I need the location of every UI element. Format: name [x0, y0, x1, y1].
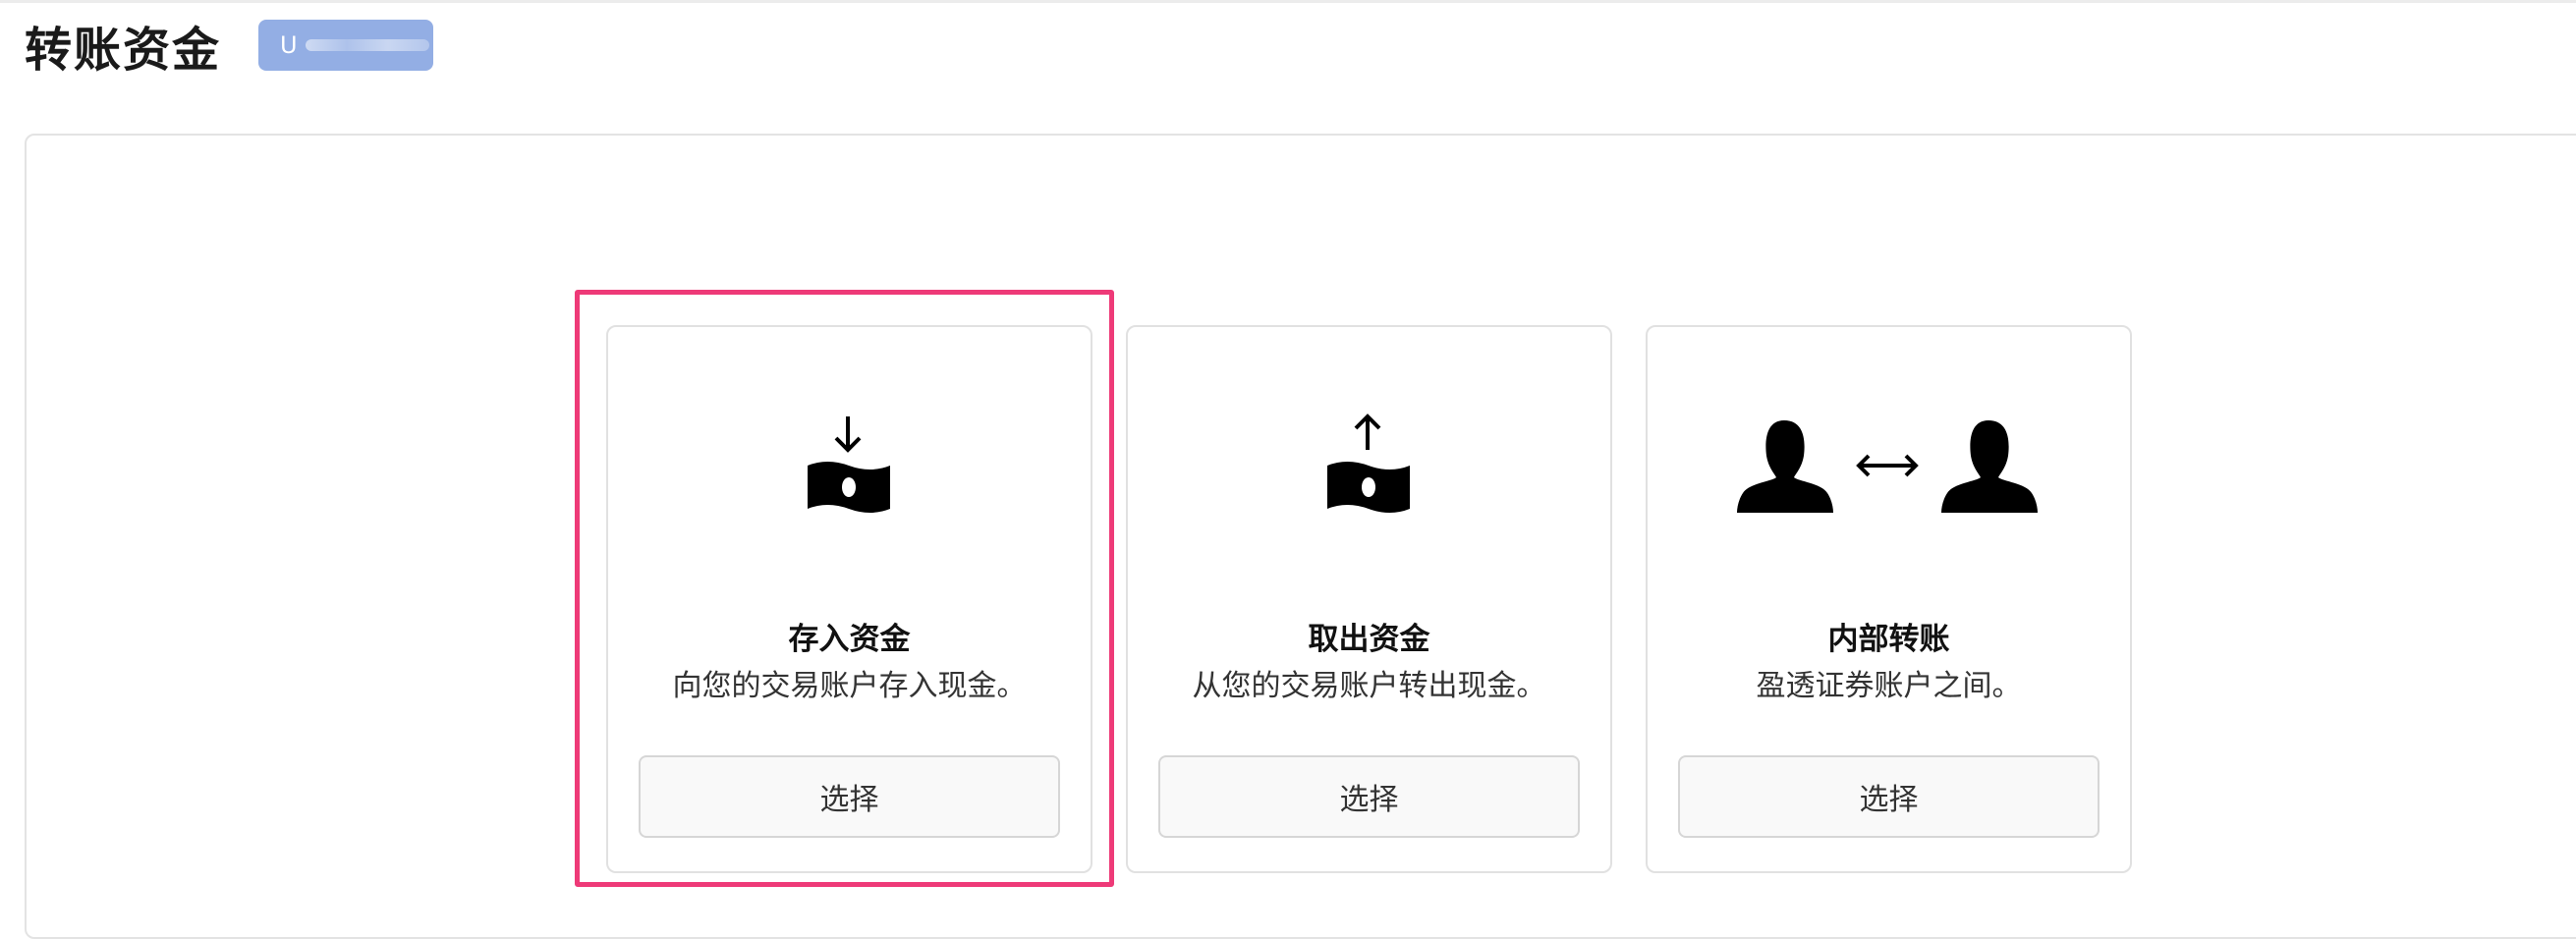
account-badge[interactable]: U — [258, 20, 434, 71]
page-title: 转账资金 — [25, 23, 222, 78]
deposit-card[interactable]: 存入资金 向您的交易账户存入现金。 选择 — [606, 325, 1092, 873]
transfer-options: 存入资金 向您的交易账户存入现金。 选择 取出资金 从您的交易账户转出现金。 选… — [606, 325, 2132, 873]
card-title: 存入资金 — [788, 622, 911, 657]
account-id: U — [280, 31, 298, 59]
withdraw-select-button[interactable]: 选择 — [1158, 755, 1580, 838]
withdraw-card[interactable]: 取出资金 从您的交易账户转出现金。 选择 — [1126, 325, 1612, 873]
internal-transfer-select-button[interactable]: 选择 — [1678, 755, 2100, 838]
card-title: 内部转账 — [1827, 622, 1950, 657]
card-description: 盈透证券账户之间。 — [1756, 669, 2022, 703]
account-id-redacted — [305, 39, 429, 51]
card-description: 向您的交易账户存入现金。 — [672, 669, 1027, 703]
deposit-select-button[interactable]: 选择 — [639, 755, 1060, 838]
money-deposit-icon — [608, 408, 1091, 525]
internal-transfer-card[interactable]: 内部转账 盈透证券账户之间。 选择 — [1646, 325, 2132, 873]
user-transfer-icon — [1648, 408, 2130, 525]
card-description: 从您的交易账户转出现金。 — [1192, 669, 1546, 703]
card-title: 取出资金 — [1308, 622, 1430, 657]
top-divider — [0, 0, 2576, 3]
page-header: 转账资金 U — [25, 16, 434, 78]
money-withdraw-icon — [1128, 408, 1610, 525]
